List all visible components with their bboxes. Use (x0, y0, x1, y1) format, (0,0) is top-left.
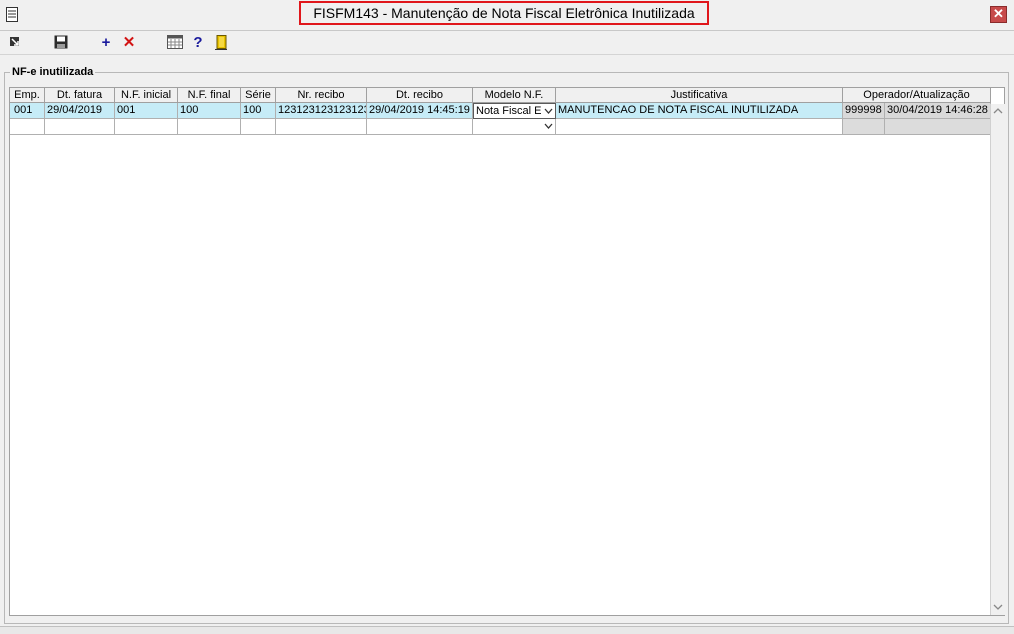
delete-icon[interactable]: ✕ (121, 34, 137, 51)
help-icon[interactable]: ? (190, 34, 206, 51)
app-document-icon (6, 7, 18, 22)
cell-dt-fatura[interactable] (45, 119, 115, 135)
cell-dt-recibo[interactable]: 29/04/2019 14:45:19 (367, 103, 473, 119)
modelo-nf-select[interactable] (473, 119, 556, 135)
nfe-grid: Emp. Dt. fatura N.F. inicial N.F. final … (9, 87, 1006, 616)
cell-atualizacao: 30/04/2019 14:46:28 (885, 103, 991, 119)
header-nr-recibo[interactable]: Nr. recibo (276, 88, 367, 103)
scroll-down-icon[interactable] (993, 602, 1003, 612)
cell-dt-recibo[interactable] (367, 119, 473, 135)
close-button[interactable]: ✕ (990, 6, 1007, 23)
group-label: NF-e inutilizada (10, 66, 96, 78)
modelo-nf-select[interactable]: Nota Fiscal E (473, 103, 556, 119)
cell-atualizacao (885, 119, 991, 135)
door-icon[interactable] (213, 34, 229, 50)
modelo-nf-value: Nota Fiscal E (476, 105, 542, 117)
header-modelo-nf[interactable]: Modelo N.F. (473, 88, 556, 103)
cell-dt-fatura[interactable]: 29/04/2019 (45, 103, 115, 119)
header-dt-recibo[interactable]: Dt. recibo (367, 88, 473, 103)
cell-justificativa[interactable]: MANUTENCAO DE NOTA FISCAL INUTILIZADA (556, 103, 843, 119)
cell-nf-final[interactable]: 100 (178, 103, 241, 119)
header-emp[interactable]: Emp. (10, 88, 45, 103)
cell-nf-final[interactable] (178, 119, 241, 135)
title-bar: FISFM143 - Manutenção de Nota Fiscal Ele… (0, 0, 1014, 31)
save-icon[interactable] (53, 34, 69, 50)
window-title: FISFM143 - Manutenção de Nota Fiscal Ele… (299, 1, 709, 25)
header-operador-atualizacao[interactable]: Operador/Atualização (843, 88, 991, 103)
toolbar: + ✕ ? (0, 31, 1014, 55)
cell-serie[interactable] (241, 119, 276, 135)
header-nf-inicial[interactable]: N.F. inicial (115, 88, 178, 103)
exit-icon[interactable] (7, 34, 23, 50)
cell-operador (843, 119, 885, 135)
vertical-scrollbar[interactable] (990, 104, 1006, 615)
add-icon[interactable]: + (98, 34, 114, 51)
cell-nr-recibo[interactable] (276, 119, 367, 135)
cell-justificativa[interactable] (556, 119, 843, 135)
chevron-down-icon[interactable] (544, 104, 553, 118)
header-justificativa[interactable]: Justificativa (556, 88, 843, 103)
cell-emp[interactable] (10, 119, 45, 135)
header-serie[interactable]: Série (241, 88, 276, 103)
header-dt-fatura[interactable]: Dt. fatura (45, 88, 115, 103)
cell-emp[interactable]: 001 (10, 103, 45, 119)
cell-nr-recibo[interactable]: 123123123123123 (276, 103, 367, 119)
header-nf-final[interactable]: N.F. final (178, 88, 241, 103)
scroll-up-icon[interactable] (993, 106, 1003, 116)
cell-serie[interactable]: 100 (241, 103, 276, 119)
cell-nf-inicial[interactable]: 001 (115, 103, 178, 119)
cell-operador: 999998 (843, 103, 885, 119)
calendar-icon[interactable] (167, 34, 183, 50)
chevron-down-icon[interactable] (544, 119, 553, 134)
cell-nf-inicial[interactable] (115, 119, 178, 135)
